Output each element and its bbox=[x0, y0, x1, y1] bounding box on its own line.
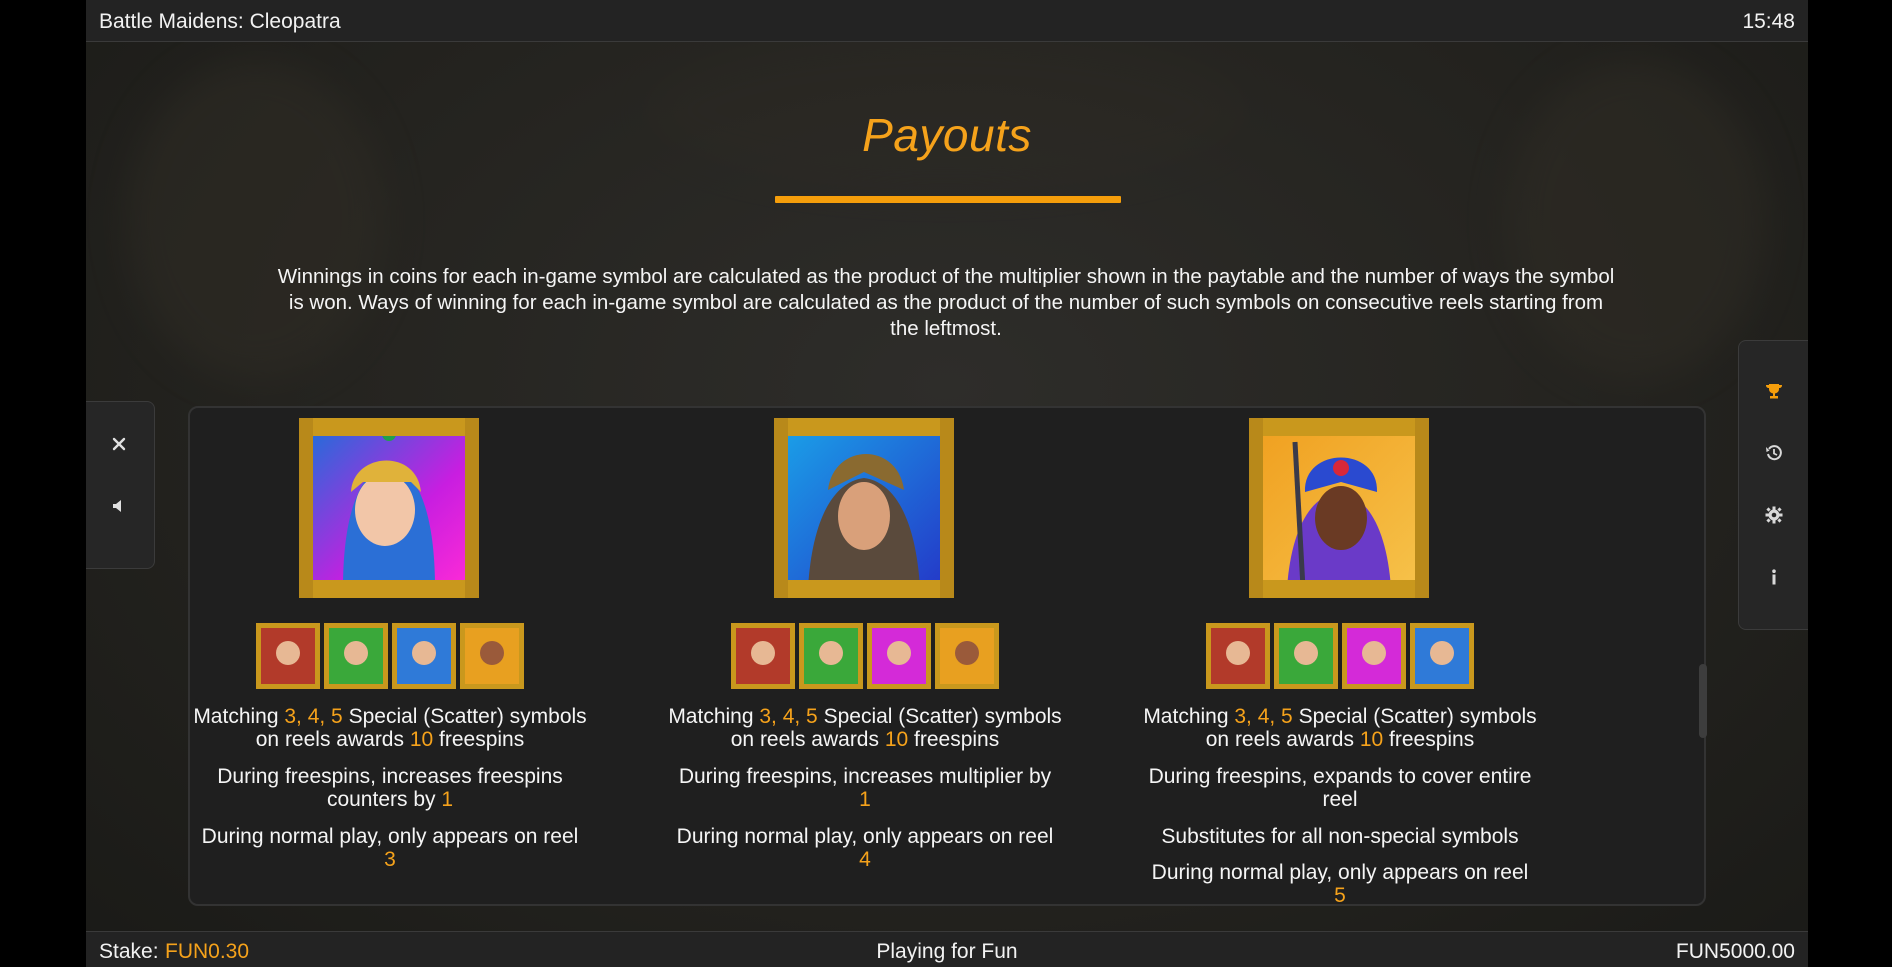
mini-symbol-icon bbox=[1410, 623, 1474, 689]
cleopatra-symbol-icon bbox=[299, 418, 479, 598]
gear-icon bbox=[1765, 506, 1783, 524]
bottom-bar: Stake: FUN0.30 Playing for Fun FUN5000.0… bbox=[86, 931, 1808, 967]
scatter-award-text: Matching 3, 4, 5 Special (Scatter) symbo… bbox=[1143, 705, 1537, 751]
page-title: Payouts bbox=[862, 109, 1032, 161]
scatter-mini-row bbox=[731, 623, 1001, 689]
mini-symbol-icon bbox=[731, 623, 795, 689]
substitution-text: Substitutes for all non-special symbols bbox=[1161, 825, 1519, 848]
reel-restriction-text: During normal play, only appears on reel… bbox=[1151, 861, 1529, 907]
settings-button[interactable] bbox=[1754, 495, 1794, 535]
mini-symbol-icon bbox=[392, 623, 456, 689]
freespin-effect-text: During freespins, increases freespins co… bbox=[217, 765, 563, 811]
mini-symbol-icon bbox=[867, 623, 931, 689]
speaker-icon bbox=[113, 500, 121, 512]
payout-panel[interactable]: Matching 3, 4, 5 Special (Scatter) symbo… bbox=[188, 406, 1706, 907]
left-control-panel bbox=[86, 401, 155, 569]
mini-symbol-icon bbox=[1206, 623, 1270, 689]
game-title: Battle Maidens: Cleopatra bbox=[99, 10, 341, 33]
history-icon bbox=[1766, 445, 1782, 461]
freespin-effect-text: During freespins, expands to cover entir… bbox=[1148, 765, 1532, 811]
history-button[interactable] bbox=[1754, 433, 1794, 473]
mini-symbol-icon bbox=[1274, 623, 1338, 689]
right-control-panel bbox=[1738, 340, 1808, 630]
mini-symbol-icon bbox=[1342, 623, 1406, 689]
game-frame: Battle Maidens: Cleopatra 15:48 Payouts … bbox=[86, 0, 1808, 967]
freespin-effect-text: During freespins, increases multiplier b… bbox=[678, 765, 1052, 811]
panel-scrollbar[interactable] bbox=[1699, 664, 1707, 738]
intro-text: Winnings in coins for each in-game symbo… bbox=[277, 265, 1615, 340]
sound-button[interactable] bbox=[99, 486, 139, 526]
mini-symbol-icon bbox=[799, 623, 863, 689]
title-underline bbox=[775, 196, 1121, 203]
mini-symbol-icon bbox=[324, 623, 388, 689]
falcon-warrior-symbol-icon bbox=[774, 418, 954, 598]
info-button[interactable] bbox=[1754, 557, 1794, 597]
scatter-mini-row bbox=[1206, 623, 1476, 689]
play-mode: Playing for Fun bbox=[876, 940, 1018, 963]
top-bar: Battle Maidens: Cleopatra 15:48 bbox=[86, 0, 1808, 42]
scatter-award-text: Matching 3, 4, 5 Special (Scatter) symbo… bbox=[193, 705, 587, 751]
scatter-award-text: Matching 3, 4, 5 Special (Scatter) symbo… bbox=[668, 705, 1062, 751]
paytable-button[interactable] bbox=[1754, 371, 1794, 411]
trophy-icon bbox=[1766, 384, 1782, 399]
nubian-queen-symbol-icon bbox=[1249, 418, 1429, 598]
mini-symbol-icon bbox=[935, 623, 999, 689]
reel-restriction-text: During normal play, only appears on reel… bbox=[201, 825, 579, 871]
close-button[interactable] bbox=[99, 424, 139, 464]
close-icon bbox=[112, 437, 126, 451]
reel-restriction-text: During normal play, only appears on reel… bbox=[676, 825, 1054, 871]
mini-symbol-icon bbox=[256, 623, 320, 689]
balance: FUN5000.00 bbox=[1675, 940, 1795, 963]
mini-symbol-icon bbox=[460, 623, 524, 689]
clock: 15:48 bbox=[1742, 10, 1795, 33]
scatter-mini-row bbox=[256, 623, 526, 689]
info-icon bbox=[1772, 569, 1776, 585]
